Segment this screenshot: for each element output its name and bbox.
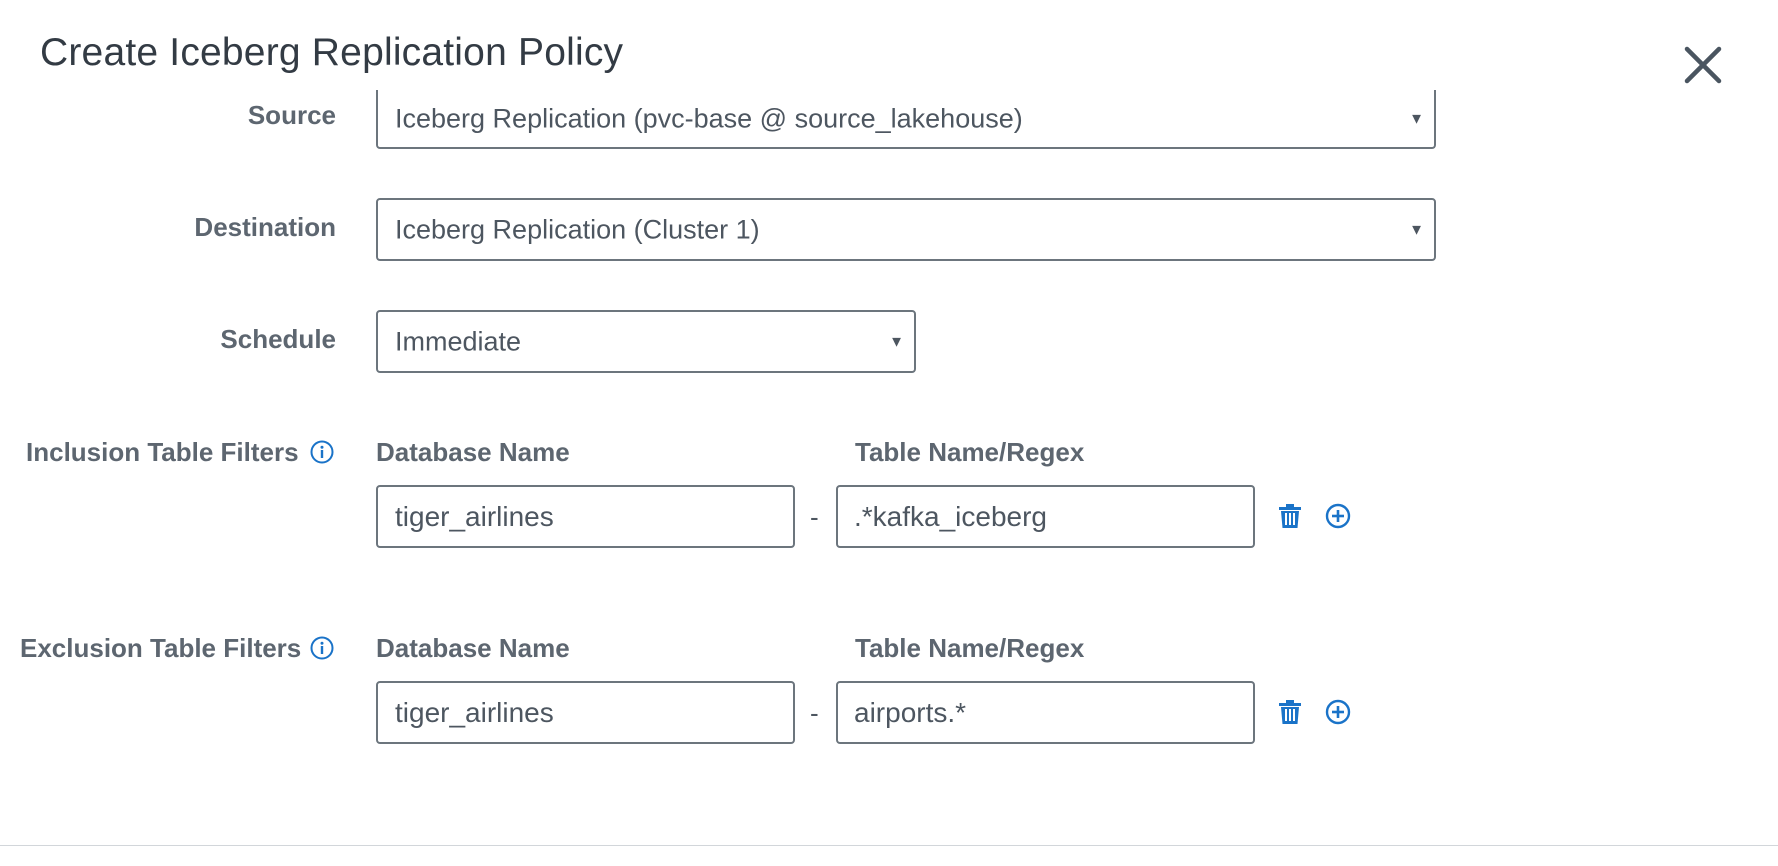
inclusion-database-header: Database Name <box>376 437 570 467</box>
inclusion-table-header: Table Name/Regex <box>855 437 1085 467</box>
filter-separator: - <box>810 698 819 728</box>
trash-icon <box>1279 700 1301 724</box>
delete-inclusion-filter-button[interactable] <box>1276 502 1304 530</box>
exclusion-table-value: airports.* <box>854 696 967 728</box>
footer-divider <box>0 845 1778 846</box>
exclusion-database-value: tiger_airlines <box>395 696 554 728</box>
info-icon[interactable] <box>310 636 334 660</box>
info-icon[interactable] <box>310 440 334 464</box>
source-select[interactable]: Iceberg Replication (pvc-base @ source_l… <box>376 90 1436 149</box>
add-inclusion-filter-button[interactable] <box>1324 502 1352 530</box>
caret-down-icon: ▼ <box>889 333 904 350</box>
inclusion-table-value: .*kafka_iceberg <box>854 500 1048 532</box>
inclusion-table-input[interactable]: .*kafka_iceberg <box>836 485 1255 548</box>
caret-down-icon: ▼ <box>1409 110 1424 127</box>
plus-circle-icon <box>1325 503 1351 529</box>
delete-exclusion-filter-button[interactable] <box>1276 698 1304 726</box>
destination-select-value: Iceberg Replication (Cluster 1) <box>395 214 760 244</box>
destination-label: Destination <box>194 212 336 242</box>
source-label: Source <box>247 100 336 130</box>
create-policy-modal: Create Iceberg Replication Policy Source… <box>0 0 1778 866</box>
schedule-select-value: Immediate <box>395 326 522 356</box>
plus-circle-icon <box>1325 699 1351 725</box>
modal-title: Create Iceberg Replication Policy <box>40 31 624 74</box>
exclusion-table-header: Table Name/Regex <box>855 633 1085 663</box>
exclusion-filters-label: Exclusion Table Filters <box>20 633 302 663</box>
exclusion-database-input[interactable]: tiger_airlines <box>376 681 795 744</box>
close-button[interactable] <box>1680 42 1726 88</box>
source-select-value: Iceberg Replication (pvc-base @ source_l… <box>395 103 1023 133</box>
add-exclusion-filter-button[interactable] <box>1324 698 1352 726</box>
trash-icon <box>1279 504 1301 528</box>
close-icon <box>1684 46 1722 84</box>
filter-separator: - <box>810 502 819 532</box>
inclusion-database-input[interactable]: tiger_airlines <box>376 485 795 548</box>
destination-select[interactable]: Iceberg Replication (Cluster 1) ▼ <box>376 198 1436 261</box>
exclusion-database-header: Database Name <box>376 633 570 663</box>
caret-down-icon: ▼ <box>1409 221 1424 238</box>
exclusion-table-input[interactable]: airports.* <box>836 681 1255 744</box>
schedule-label: Schedule <box>220 324 336 354</box>
inclusion-database-value: tiger_airlines <box>395 500 554 532</box>
inclusion-filters-label: Inclusion Table Filters <box>26 437 299 467</box>
schedule-select[interactable]: Immediate ▼ <box>376 310 916 373</box>
